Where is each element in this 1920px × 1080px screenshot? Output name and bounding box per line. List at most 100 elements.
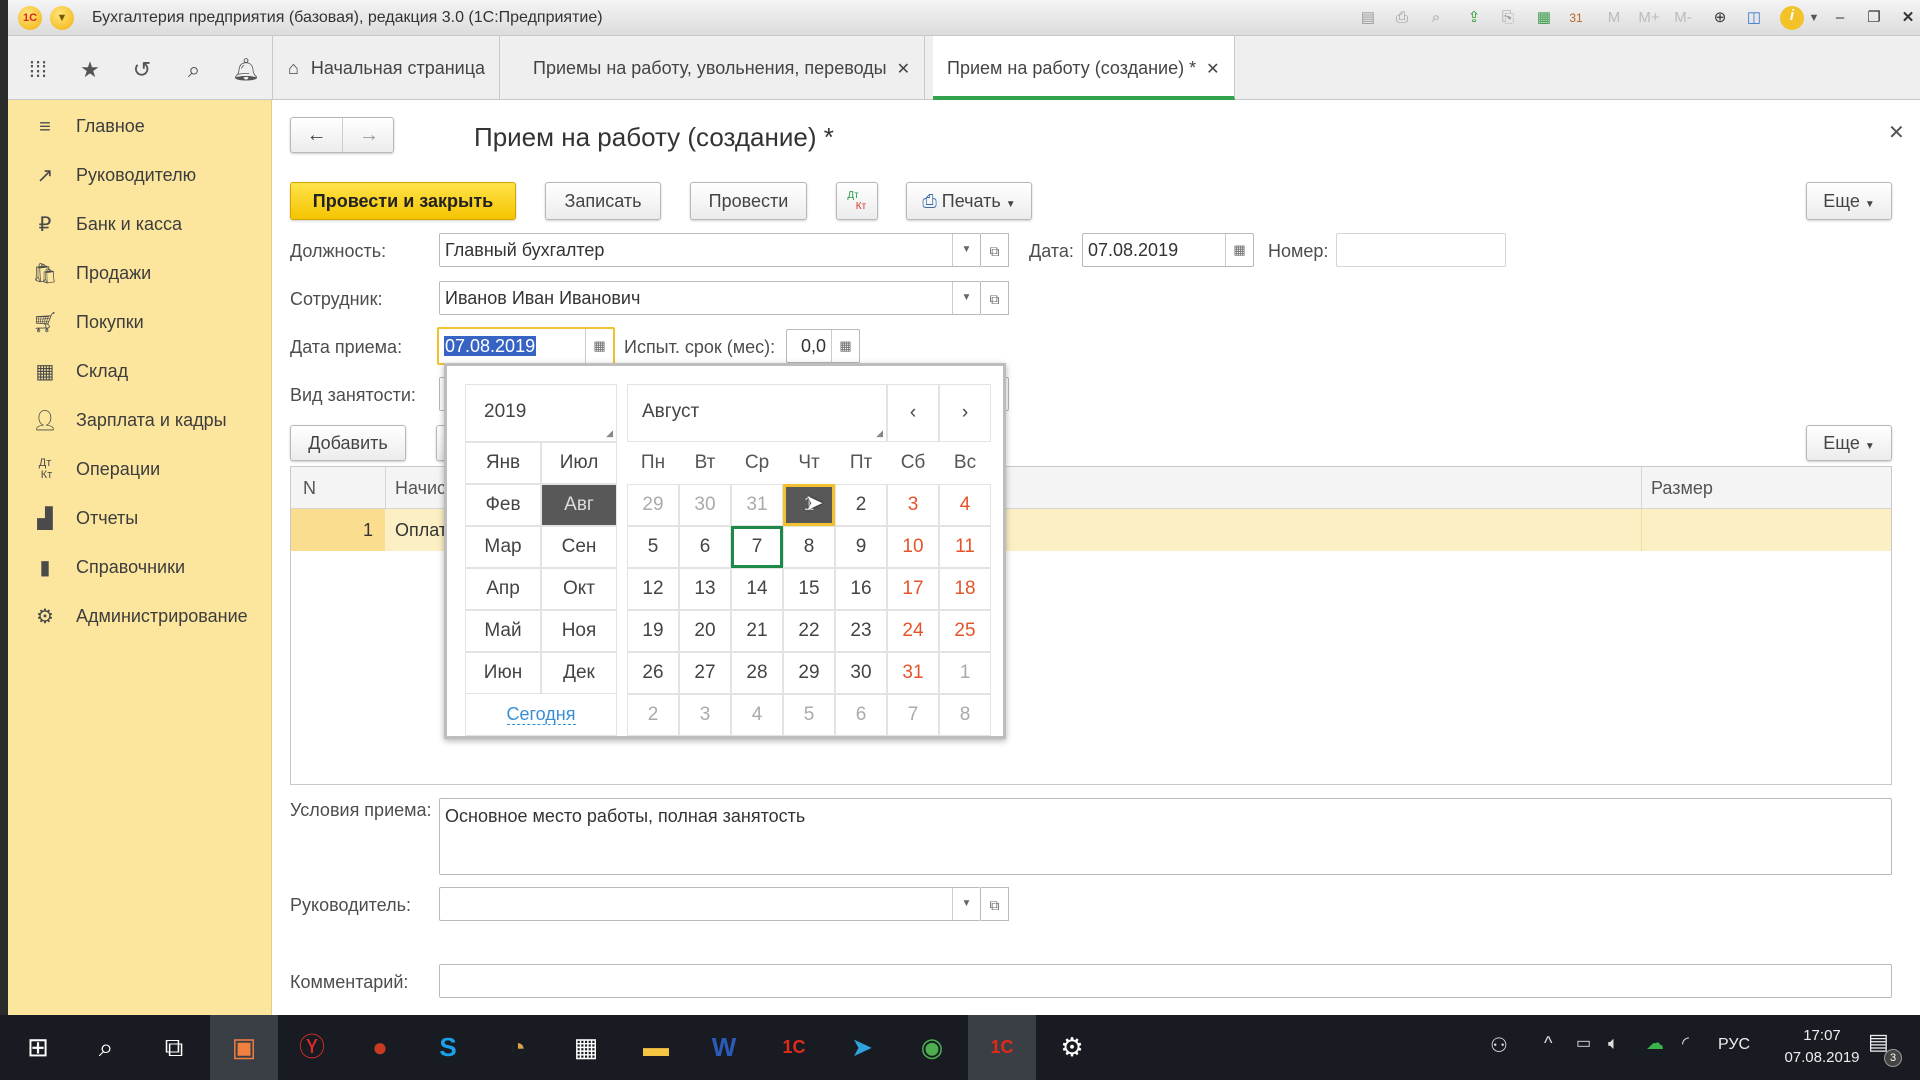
presentation-app-icon[interactable]: ▣: [210, 1015, 278, 1080]
day-cell[interactable]: 17: [887, 568, 939, 610]
add-row-button[interactable]: Добавить: [290, 425, 406, 461]
sidebar-item-purchases[interactable]: 🛒︎ Покупки: [8, 298, 272, 347]
file-explorer-icon[interactable]: ▬: [622, 1015, 690, 1080]
sidebar-item-main[interactable]: ≡ Главное: [8, 102, 272, 151]
close-form-icon[interactable]: ✕: [1888, 120, 1905, 145]
restore-icon[interactable]: ❐: [1864, 8, 1884, 28]
month-cell[interactable]: Дек: [541, 652, 617, 694]
network-cloud-icon[interactable]: ☁: [1646, 1033, 1664, 1054]
word-icon[interactable]: W: [690, 1015, 758, 1080]
month-cell[interactable]: Ноя: [541, 610, 617, 652]
search-icon[interactable]: ⌕: [72, 1015, 140, 1080]
day-cell[interactable]: 5: [627, 526, 679, 568]
preview-icon[interactable]: ⌕: [1426, 8, 1446, 28]
day-cell[interactable]: 23: [835, 610, 887, 652]
back-arrow-icon[interactable]: ←: [291, 118, 343, 152]
day-cell[interactable]: 19: [627, 610, 679, 652]
day-cell[interactable]: 4: [939, 484, 991, 526]
day-cell[interactable]: 3: [679, 694, 731, 736]
comment-field[interactable]: [439, 964, 1892, 998]
notifications-bell-icon[interactable]: 🔔︎: [232, 56, 260, 84]
day-cell[interactable]: 28: [731, 652, 783, 694]
fruit-app-icon[interactable]: ●: [346, 1015, 414, 1080]
minimize-icon[interactable]: –: [1830, 8, 1850, 28]
sidebar-item-references[interactable]: ▮ Справочники: [8, 543, 272, 592]
sidebar-item-administration[interactable]: ⚙ Администрирование: [8, 592, 272, 641]
battery-icon[interactable]: ▭: [1576, 1033, 1591, 1053]
day-cell[interactable]: 6: [679, 526, 731, 568]
calendar-icon[interactable]: ▦: [1225, 234, 1253, 266]
day-cell[interactable]: 31: [731, 484, 783, 526]
info-dropdown-icon[interactable]: ▼: [1804, 8, 1824, 28]
close-tab-icon[interactable]: ✕: [897, 61, 910, 78]
column-header-size[interactable]: Размер: [1651, 478, 1713, 499]
prev-month-button[interactable]: ‹: [887, 384, 939, 442]
telegram-icon[interactable]: ➤: [828, 1015, 896, 1080]
day-cell[interactable]: 12: [627, 568, 679, 610]
sidebar-item-manager[interactable]: ↗ Руководителю: [8, 151, 272, 200]
day-cell[interactable]: 11: [939, 526, 991, 568]
chrome-icon[interactable]: ◉: [898, 1015, 966, 1080]
tab-hires-list[interactable]: Приемы на работу, увольнения, переводы ✕: [519, 36, 926, 100]
tab-home[interactable]: ⌂ Начальная страница: [274, 36, 501, 100]
day-cell[interactable]: 31: [887, 652, 939, 694]
dropdown-arrow-icon[interactable]: ▼: [952, 888, 980, 920]
history-icon[interactable]: ↺: [128, 56, 156, 84]
day-cell[interactable]: 29: [627, 484, 679, 526]
today-link[interactable]: Сегодня: [506, 704, 576, 725]
main-menu-dropdown-icon[interactable]: ▼: [50, 6, 74, 30]
date-field[interactable]: 07.08.2019 ▦: [1082, 233, 1254, 267]
save-button[interactable]: Записать: [545, 182, 661, 220]
day-cell[interactable]: 22: [783, 610, 835, 652]
day-cell-today[interactable]: 7: [731, 526, 783, 568]
dropdown-arrow-icon[interactable]: ▼: [952, 282, 980, 314]
open-manager-icon[interactable]: ⧉: [981, 887, 1009, 921]
year-selector[interactable]: 2019 ◢: [465, 384, 617, 442]
forward-arrow-icon[interactable]: →: [343, 118, 395, 152]
day-cell[interactable]: 3: [887, 484, 939, 526]
sidebar-item-reports[interactable]: ▟ Отчеты: [8, 494, 272, 543]
close-tab-icon[interactable]: ✕: [1206, 61, 1219, 78]
day-cell[interactable]: 4: [731, 694, 783, 736]
start-icon[interactable]: ⊞: [4, 1015, 72, 1080]
day-cell[interactable]: 29: [783, 652, 835, 694]
language-indicator[interactable]: РУС: [1718, 1036, 1750, 1054]
calculator-icon[interactable]: ▦: [552, 1015, 620, 1080]
task-view-icon[interactable]: ⧉: [140, 1015, 208, 1080]
post-button[interactable]: Провести: [690, 182, 807, 220]
month-cell[interactable]: Янв: [465, 442, 541, 484]
dt-kt-button[interactable]: Дт Кт: [836, 182, 878, 220]
day-cell[interactable]: 8: [783, 526, 835, 568]
day-cell[interactable]: 20: [679, 610, 731, 652]
employee-field[interactable]: Иванов Иван Иванович ▼: [439, 281, 981, 315]
day-cell[interactable]: 18: [939, 568, 991, 610]
download-icon[interactable]: ⎘: [1498, 8, 1518, 28]
next-month-button[interactable]: ›: [939, 384, 991, 442]
calendar-icon[interactable]: 31: [1566, 8, 1586, 28]
sidebar-item-salary-hr[interactable]: 👤︎ Зарплата и кадры: [8, 396, 272, 445]
favorites-star-icon[interactable]: ★: [76, 56, 104, 84]
zoom-icon[interactable]: ⊕: [1710, 8, 1730, 28]
sidebar-item-operations[interactable]: Дт Кт Операции: [8, 445, 272, 494]
sidebar-item-sales[interactable]: 🛍︎ Продажи: [8, 249, 272, 298]
month-cell[interactable]: Июл: [541, 442, 617, 484]
dropdown-arrow-icon[interactable]: ▼: [952, 234, 980, 266]
day-cell[interactable]: 10: [887, 526, 939, 568]
number-field[interactable]: [1336, 233, 1506, 267]
more-button[interactable]: Еще ▼: [1806, 182, 1892, 220]
day-cell[interactable]: 15: [783, 568, 835, 610]
day-cell[interactable]: 26: [627, 652, 679, 694]
print-icon[interactable]: ⎙: [1392, 8, 1412, 28]
open-position-icon[interactable]: ⧉: [981, 233, 1009, 267]
month-cell[interactable]: Фев: [465, 484, 541, 526]
1c-active-icon[interactable]: 1С: [968, 1015, 1036, 1080]
yandex-browser-icon[interactable]: Ⓨ: [278, 1015, 346, 1080]
conditions-field[interactable]: Основное место работы, полная занятость: [439, 798, 1892, 875]
tray-expand-icon[interactable]: ^: [1544, 1033, 1552, 1054]
column-header-n[interactable]: N: [303, 478, 316, 499]
search-icon[interactable]: ⌕: [180, 56, 208, 84]
day-cell[interactable]: 9: [835, 526, 887, 568]
month-cell[interactable]: Мар: [465, 526, 541, 568]
memory-plus-button[interactable]: M+: [1636, 8, 1662, 28]
sidebar-item-warehouse[interactable]: ▦ Склад: [8, 347, 272, 396]
